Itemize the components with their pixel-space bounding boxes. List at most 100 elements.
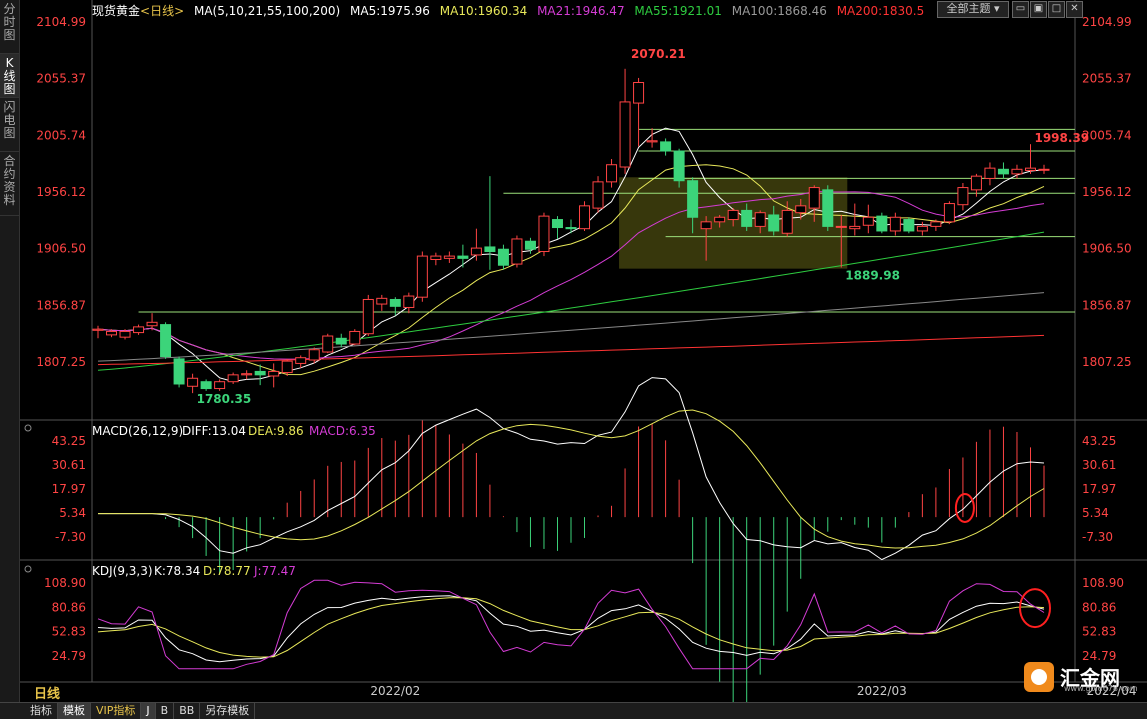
candle-body xyxy=(403,295,415,308)
price-tick-left: 2055.37 xyxy=(36,72,86,86)
tab-contract-info[interactable]: 合约资料 xyxy=(0,152,19,216)
candle-body xyxy=(268,370,280,377)
candle-body xyxy=(200,381,212,390)
bottom-toolbar: 指标 模板 VIP指标 J B BB 另存模板 xyxy=(0,702,1147,719)
theme-button-label: 全部主题 xyxy=(946,2,991,15)
macd-tick-left: -7.30 xyxy=(55,530,86,544)
macd-tick-right: 30.61 xyxy=(1082,458,1116,472)
restore-icon[interactable]: ▣ xyxy=(1030,1,1047,18)
kdj-label: KDJ(9,3,3) xyxy=(92,564,153,578)
tab-flash[interactable]: 闪电图 xyxy=(0,98,19,152)
candle-body xyxy=(430,255,442,261)
price-tick-left: 1956.12 xyxy=(36,185,86,199)
candle-body xyxy=(579,205,591,230)
ma10-value: MA10:1960.34 xyxy=(439,4,528,18)
price-tick-left: 1906.50 xyxy=(36,242,86,256)
tab-indicators[interactable]: 指标 xyxy=(0,703,58,719)
candle-body xyxy=(916,225,928,232)
kdj-tick-left: 24.79 xyxy=(52,649,86,663)
macd-tick-left: 17.97 xyxy=(52,482,86,496)
candle-body xyxy=(295,357,307,364)
kdj-tick-left: 52.83 xyxy=(52,625,86,639)
macd-macd-value: MACD:6.35 xyxy=(309,424,376,438)
high-label: 2070.21 xyxy=(631,47,686,61)
logo: 汇金网 www.gold678.com xyxy=(1024,662,1138,693)
candle-body xyxy=(160,324,172,358)
candle-body xyxy=(957,187,969,206)
period-badge: 日线 xyxy=(34,686,60,702)
period-label: <日线> xyxy=(140,4,185,18)
candle-body xyxy=(876,215,888,232)
candle-body xyxy=(754,212,766,227)
tab-bb[interactable]: BB xyxy=(174,703,201,719)
range-low-label: 1889.98 xyxy=(845,269,900,283)
price-tick-left: 2104.99 xyxy=(36,15,86,29)
candle-body xyxy=(497,248,509,266)
kdj-d-value: D:78.77 xyxy=(203,564,251,578)
candle-body xyxy=(862,216,874,226)
candle-body xyxy=(619,101,631,168)
candle-body xyxy=(241,373,253,376)
time-axis-label: 2022/03 xyxy=(857,684,907,698)
tab-j[interactable]: J xyxy=(141,703,156,719)
price-tick-left: 2005.74 xyxy=(36,128,86,142)
tab-kline[interactable]: K线图 xyxy=(0,54,19,98)
macd-tick-right: 17.97 xyxy=(1082,482,1116,496)
macd-tick-right: 5.34 xyxy=(1082,506,1109,520)
candle-body xyxy=(984,167,996,179)
ma21-value: MA21:1946.47 xyxy=(537,4,625,18)
candle-body xyxy=(1011,168,1023,175)
price-tick-right: 2005.74 xyxy=(1082,128,1132,142)
candle-body xyxy=(187,377,199,387)
candle-body xyxy=(308,349,320,361)
candle-body xyxy=(524,240,536,250)
tab-vip-indicators[interactable]: VIP指标 xyxy=(91,703,142,719)
candle-body xyxy=(335,337,347,345)
tab-b[interactable]: B xyxy=(156,703,175,719)
candle-body xyxy=(511,238,523,265)
candle-body xyxy=(376,297,388,305)
tab-save-template[interactable]: 另存模板 xyxy=(200,703,256,719)
minimize-icon[interactable]: ▭ xyxy=(1012,1,1029,18)
candle-body xyxy=(146,321,158,327)
candle-body xyxy=(254,370,266,376)
macd-tick-right: -7.30 xyxy=(1082,530,1113,544)
ma100-value: MA100:1868.46 xyxy=(731,4,827,18)
tab-templates[interactable]: 模板 xyxy=(58,703,91,719)
candle-body xyxy=(416,255,428,298)
candle-body xyxy=(849,225,861,230)
candle-body xyxy=(795,205,807,214)
candle-body xyxy=(889,216,901,232)
candle-body xyxy=(660,141,672,152)
macd-tick-left: 5.34 xyxy=(59,506,86,520)
close-icon[interactable]: ✕ xyxy=(1066,1,1083,18)
logo-icon xyxy=(1024,662,1054,692)
low-label: 1780.35 xyxy=(197,392,252,406)
symbol-name: 现货黄金 xyxy=(92,4,141,18)
candle-body xyxy=(768,214,780,232)
candle-body xyxy=(389,298,401,307)
theme-button[interactable]: 全部主题 ▾ xyxy=(937,1,1009,18)
kdj-tick-right: 108.90 xyxy=(1082,576,1124,590)
candle-body xyxy=(700,221,712,230)
candle-body xyxy=(727,209,739,221)
candle-body xyxy=(741,209,753,227)
left-tab-bar: 分时图 K线图 闪电图 合约资料 xyxy=(0,0,20,703)
candle-body xyxy=(349,330,361,345)
price-tick-left: 1807.25 xyxy=(36,355,86,369)
candle-body xyxy=(457,255,469,259)
candle-body xyxy=(930,221,942,227)
candle-body xyxy=(281,360,293,374)
candle-body xyxy=(781,209,793,234)
chart-area[interactable]: 2104.99 2104.99 2055.37 2055.37 2005.74 2005.… xyxy=(20,0,1147,702)
macd-diff-value: DIFF:13.04 xyxy=(182,424,246,438)
candle-body xyxy=(362,298,374,335)
candle-body xyxy=(673,150,685,182)
price-tick-right: 1906.50 xyxy=(1082,242,1132,256)
price-tick-right: 2055.37 xyxy=(1082,72,1132,86)
candle-body xyxy=(565,227,577,230)
candle-body xyxy=(484,246,496,253)
kdj-tick-right: 24.79 xyxy=(1082,649,1116,663)
maximize-icon[interactable]: □ xyxy=(1048,1,1065,18)
tab-timeshare[interactable]: 分时图 xyxy=(0,0,19,54)
